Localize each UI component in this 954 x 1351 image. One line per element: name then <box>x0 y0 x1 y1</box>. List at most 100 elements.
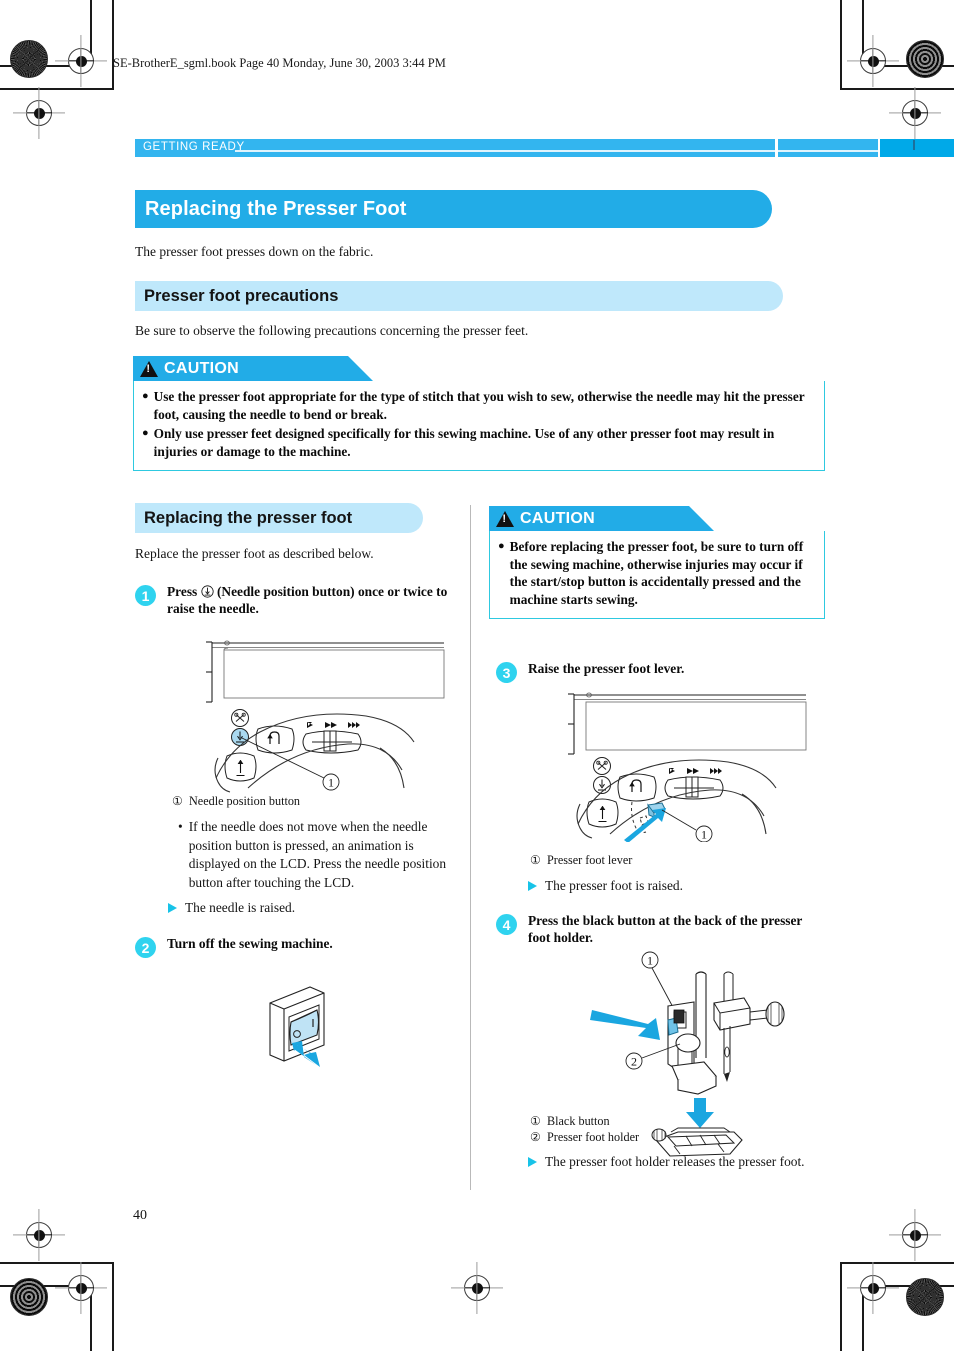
bullet-icon: ● <box>142 390 149 402</box>
registration-mark-bottom-left <box>68 1275 94 1301</box>
step-3-result-text: The presser foot is raised. <box>545 878 683 893</box>
registration-mark-right-lower <box>902 1222 928 1248</box>
step-3-heading: Raise the presser foot lever. <box>528 661 685 676</box>
registration-mark-bottom-right <box>860 1275 886 1301</box>
callout-number-1: ① <box>530 853 541 867</box>
step-3: 3 Raise the presser foot lever. <box>496 660 826 683</box>
section-heading-replacing-label: Replacing the presser foot <box>144 508 353 527</box>
intro-paragraph: The presser foot presses down on the fab… <box>135 244 374 259</box>
step-2-number: 2 <box>135 937 156 958</box>
step-1: 1 Press (Needle position button) once or… <box>135 583 465 618</box>
step-1-note: • If the needle does not move when the n… <box>178 818 466 892</box>
section-heading-precautions: Presser foot precautions <box>135 281 820 311</box>
callout-label-2: Presser foot holder <box>547 1129 640 1144</box>
running-head-bar: GETTING READY <box>135 139 954 157</box>
caution-tab-main: CAUTION <box>133 356 373 381</box>
figure-presser-foot-lever: 1 <box>558 682 808 842</box>
crop-mark-top-right-h2 <box>841 88 954 90</box>
callout-label-1: Needle position button <box>189 794 301 808</box>
step-4-result: The presser foot holder releases the pre… <box>528 1153 826 1171</box>
step-1-heading-before: Press <box>167 584 198 599</box>
caution-item-text: Use the presser foot appropriate for the… <box>153 389 805 422</box>
caution-label-main: CAUTION <box>164 359 239 377</box>
registration-mark-bottom-center <box>464 1275 490 1301</box>
caution-item: ● Before replacing the presser foot, be … <box>498 538 816 608</box>
registration-mark-top-right <box>860 48 886 74</box>
step-3-result: The presser foot is raised. <box>528 877 826 895</box>
step-4-number: 4 <box>496 914 517 935</box>
callout-label-1: Black button <box>547 1114 610 1128</box>
figure-3-legend: ① Presser foot lever <box>530 853 632 869</box>
svg-text:1: 1 <box>701 828 707 842</box>
caution-tab-side: CAUTION <box>489 506 714 531</box>
warning-triangle-icon <box>496 511 514 527</box>
crop-mark-top-left-v2 <box>112 0 114 90</box>
page-number: 40 <box>133 1208 147 1223</box>
svg-text:1: 1 <box>647 954 653 968</box>
step-1-heading: Press (Needle position button) once or t… <box>167 583 465 618</box>
warning-triangle-icon <box>140 361 158 377</box>
step-4-heading: Press the black button at the back of th… <box>528 913 803 946</box>
crop-mark-bottom-left-h2 <box>0 1262 113 1264</box>
color-registration-wheel-bottom-left <box>10 1278 48 1316</box>
callout-number-1: ① <box>530 1114 541 1128</box>
print-header-line: SE-BrotherE_sgml.book Page 40 Monday, Ju… <box>113 56 446 71</box>
step-2-heading: Turn off the sewing machine. <box>167 936 333 951</box>
crop-mark-bottom-right-v2 <box>840 1262 842 1351</box>
registration-mark-right-upper <box>902 100 928 126</box>
result-arrow-icon <box>168 903 177 913</box>
figure-4-legend: ① Black button ② Presser foot holder <box>530 1114 639 1146</box>
column-divider <box>470 505 471 1190</box>
figure-needle-position-button: 1 <box>196 630 446 795</box>
step-4: 4 Press the black button at the back of … <box>496 912 826 947</box>
crop-mark-top-left-h2 <box>0 88 113 90</box>
running-head-label: GETTING READY <box>143 141 245 153</box>
caution-body-main: ● Use the presser foot appropriate for t… <box>133 381 825 472</box>
svg-text:2: 2 <box>631 1055 637 1069</box>
caution-item: ● Only use presser feet designed specifi… <box>142 425 816 460</box>
color-registration-wheel-bottom-right <box>906 1278 944 1316</box>
callout-number-1: ① <box>172 794 183 808</box>
step-1-result-text: The needle is raised. <box>185 900 296 915</box>
bullet-icon: ● <box>142 427 149 440</box>
registration-mark-left-upper <box>26 100 52 126</box>
registration-mark-top-left <box>68 48 94 74</box>
callout-number-2: ② <box>530 1129 541 1144</box>
bullet-dot-icon: • <box>178 819 183 834</box>
legend-row: ② Presser foot holder <box>530 1130 639 1146</box>
page-title: Replacing the Presser Foot <box>145 197 407 220</box>
color-registration-wheel-top-left <box>10 40 48 78</box>
needle-position-button-icon <box>201 585 214 598</box>
caution-label-side: CAUTION <box>520 509 595 527</box>
crop-mark-bottom-left-v2 <box>112 1262 114 1351</box>
caution-item: ● Use the presser foot appropriate for t… <box>142 388 816 423</box>
step-4-result-text: The presser foot holder releases the pre… <box>545 1154 805 1169</box>
registration-mark-left-lower <box>26 1222 52 1248</box>
crop-mark-top-right-v2 <box>840 0 842 90</box>
caution-box-main: CAUTION ● Use the presser foot appropria… <box>133 356 825 472</box>
step-1-number: 1 <box>135 585 156 606</box>
caution-item-text: Only use presser feet designed specifica… <box>153 426 775 459</box>
svg-text:1: 1 <box>328 776 334 790</box>
precautions-intro: Be sure to observe the following precaut… <box>135 323 529 338</box>
document-page: SE-BrotherE_sgml.book Page 40 Monday, Ju… <box>0 0 954 1351</box>
print-header-text: SE-BrotherE_sgml.book Page 40 Monday, Ju… <box>113 56 446 70</box>
crop-mark-bottom-right-h2 <box>841 1262 954 1264</box>
replacing-intro: Replace the presser foot as described be… <box>135 546 374 561</box>
section-heading-precautions-label: Presser foot precautions <box>144 286 339 305</box>
caution-item-text: Before replacing the presser foot, be su… <box>509 539 804 607</box>
step-3-number: 3 <box>496 662 517 683</box>
callout-label-1: Presser foot lever <box>547 853 633 867</box>
figure-1-legend: ① Needle position button <box>172 794 300 810</box>
step-2: 2 Turn off the sewing machine. <box>135 935 465 958</box>
bullet-icon: ● <box>498 540 505 552</box>
caution-body-side: ● Before replacing the presser foot, be … <box>489 531 825 620</box>
step-1-result: The needle is raised. <box>168 899 466 917</box>
step-1-note-text: If the needle does not move when the nee… <box>188 819 447 890</box>
caution-box-side: CAUTION ● Before replacing the presser f… <box>489 506 825 620</box>
legend-row: ① Black button <box>530 1114 639 1130</box>
page-title-banner: Replacing the Presser Foot <box>135 190 820 228</box>
result-arrow-icon <box>528 1157 537 1167</box>
section-heading-replacing: Replacing the presser foot <box>135 503 460 533</box>
result-arrow-icon <box>528 881 537 891</box>
